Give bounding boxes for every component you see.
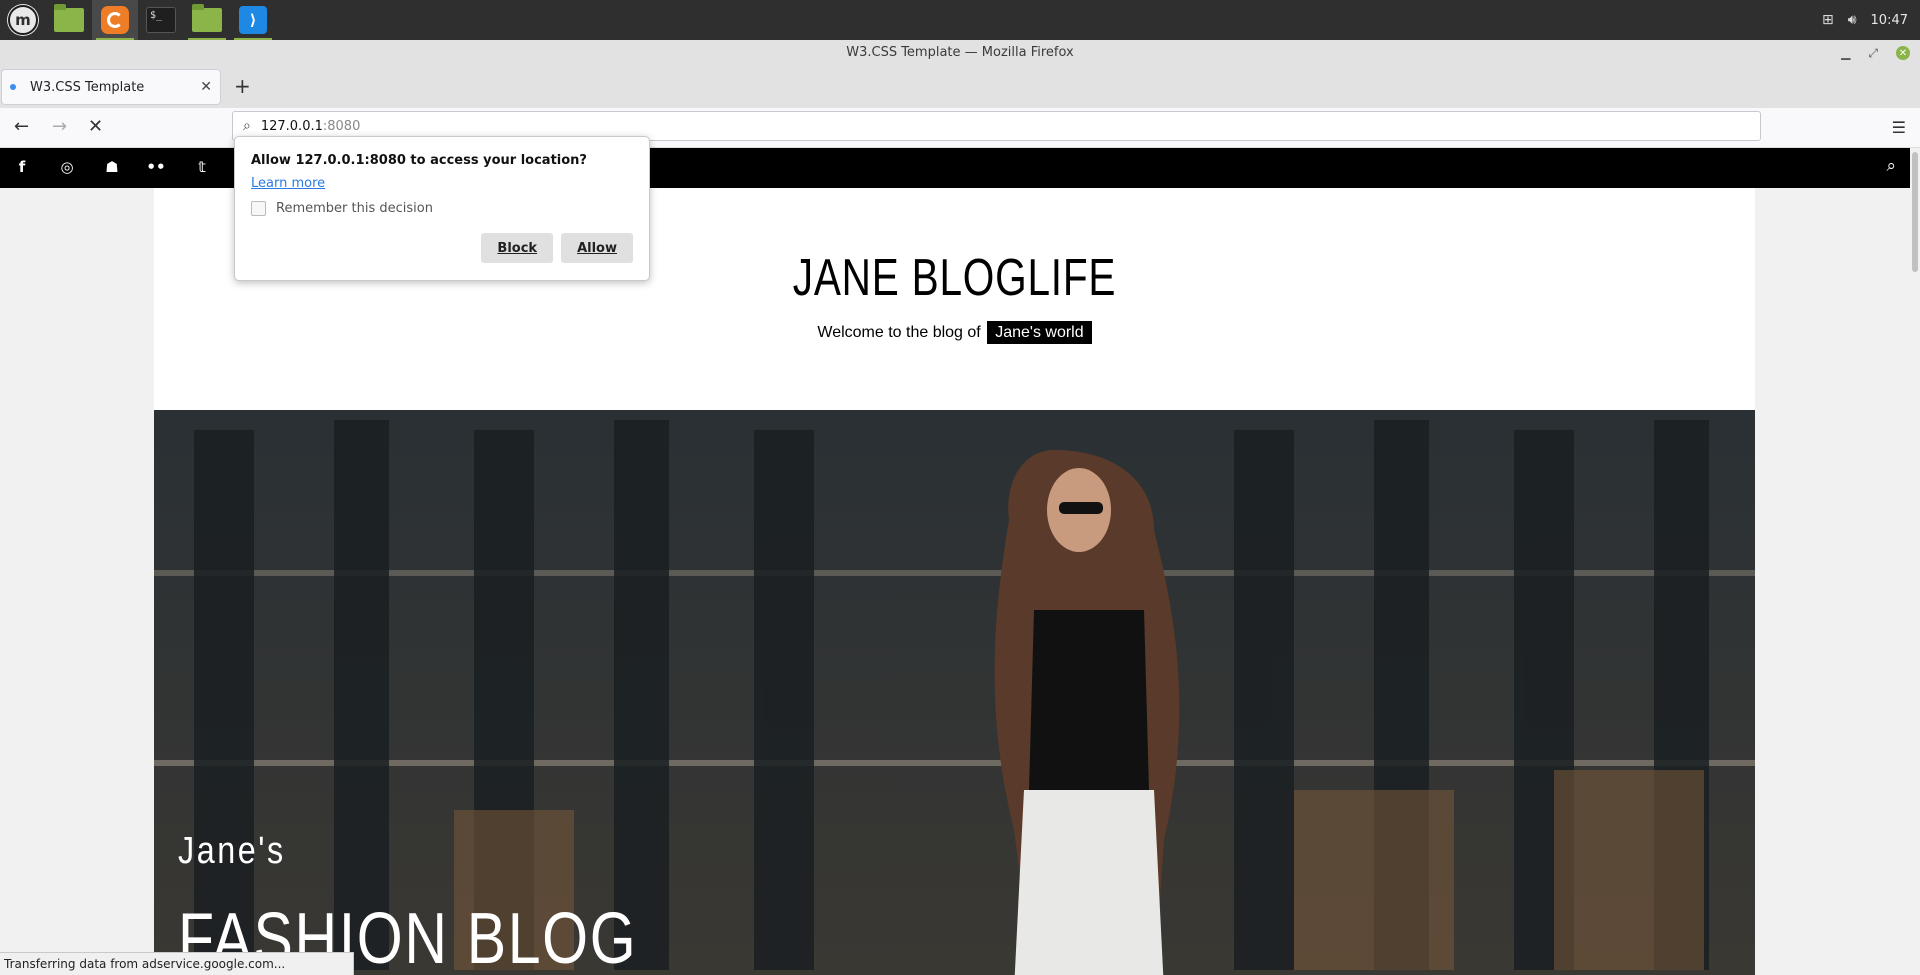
url-host: 127.0.0.1 xyxy=(260,118,323,134)
tab-w3css-template[interactable]: W3.CSS Template ✕ xyxy=(1,69,221,105)
twitter-icon[interactable]: 𝕥 xyxy=(192,158,212,176)
blog-subtitle: Welcome to the blog of Jane's world xyxy=(154,321,1755,344)
minimize-icon[interactable]: ▁ xyxy=(1841,46,1850,60)
tab-loading-dot-icon xyxy=(10,84,16,90)
tab-label: W3.CSS Template xyxy=(30,79,145,95)
hero-subtitle: Jane's xyxy=(178,830,286,872)
block-button[interactable]: Block xyxy=(481,233,554,263)
window-title: W3.CSS Template — Mozilla Firefox xyxy=(846,45,1074,60)
new-tab-icon[interactable]: + xyxy=(234,74,251,98)
folder-app-button[interactable] xyxy=(184,0,230,40)
volume-icon[interactable]: 🔊︎ xyxy=(1848,12,1857,28)
window-titlebar: W3.CSS Template — Mozilla Firefox ▁ ⤢ ✕ xyxy=(0,40,1920,66)
remember-label: Remember this decision xyxy=(276,201,433,216)
blog-card: JANE BLOGLIFE Welcome to the blog of Jan… xyxy=(154,188,1755,975)
page-scrollbar[interactable] xyxy=(1910,148,1920,975)
permission-question: Allow 127.0.0.1:8080 to access your loca… xyxy=(251,153,587,168)
folder-app-icon xyxy=(192,4,222,32)
allow-button[interactable]: Allow xyxy=(561,233,633,263)
flickr-icon[interactable]: •• xyxy=(146,158,166,176)
subtitle-prefix: Welcome to the blog of xyxy=(817,324,981,341)
files-app-icon xyxy=(54,4,84,32)
terminal-app-button[interactable]: $_ xyxy=(138,0,184,40)
forward-arrow-icon[interactable]: → xyxy=(52,116,67,137)
remember-checkbox[interactable] xyxy=(251,201,266,216)
firefox-app-button[interactable] xyxy=(92,0,138,40)
tab-strip: W3.CSS Template ✕ + xyxy=(0,66,1920,108)
close-window-icon[interactable]: ✕ xyxy=(1896,46,1910,60)
clock[interactable]: 10:47 xyxy=(1871,13,1908,28)
vscode-app-icon: ⟩ xyxy=(239,6,267,34)
tab-close-icon[interactable]: ✕ xyxy=(200,79,212,95)
hero-image: Jane's FASHION BLOG xyxy=(154,410,1755,975)
files-app-button[interactable] xyxy=(46,0,92,40)
subtitle-tag: Jane's world xyxy=(987,321,1092,344)
location-permission-popup: Allow 127.0.0.1:8080 to access your loca… xyxy=(234,136,650,281)
site-search-icon[interactable]: ⌕ xyxy=(1886,156,1896,176)
remember-decision-row[interactable]: Remember this decision xyxy=(251,201,633,216)
taskbar: m $_ ⟩ ⊞ 🔊︎ 10:47 xyxy=(0,0,1920,40)
facebook-icon[interactable]: f xyxy=(12,158,32,176)
url-port: :8080 xyxy=(322,118,361,134)
network-icon[interactable]: ⊞ xyxy=(1822,12,1834,28)
status-bar: Transferring data from adservice.google.… xyxy=(0,952,354,975)
restore-icon[interactable]: ⤢ xyxy=(1868,46,1878,61)
terminal-app-icon: $_ xyxy=(146,7,176,33)
menu-hamburger-icon[interactable]: ☰ xyxy=(1892,118,1906,137)
back-arrow-icon[interactable]: ← xyxy=(14,116,29,137)
snapchat-icon[interactable]: ☗ xyxy=(102,158,122,176)
learn-more-link[interactable]: Learn more xyxy=(251,176,325,191)
scrollbar-thumb[interactable] xyxy=(1912,152,1918,272)
firefox-app-icon xyxy=(101,6,129,34)
vscode-app-button[interactable]: ⟩ xyxy=(230,0,276,40)
mint-menu-icon: m xyxy=(8,5,38,35)
system-tray: ⊞ 🔊︎ 10:47 xyxy=(1822,12,1920,28)
mint-menu-button[interactable]: m xyxy=(0,0,46,40)
hero-photo-illustration xyxy=(154,410,1755,975)
search-icon: ⌕ xyxy=(243,118,251,134)
stop-loading-icon[interactable]: ✕ xyxy=(88,116,103,137)
instagram-icon[interactable]: ◎ xyxy=(57,158,77,176)
